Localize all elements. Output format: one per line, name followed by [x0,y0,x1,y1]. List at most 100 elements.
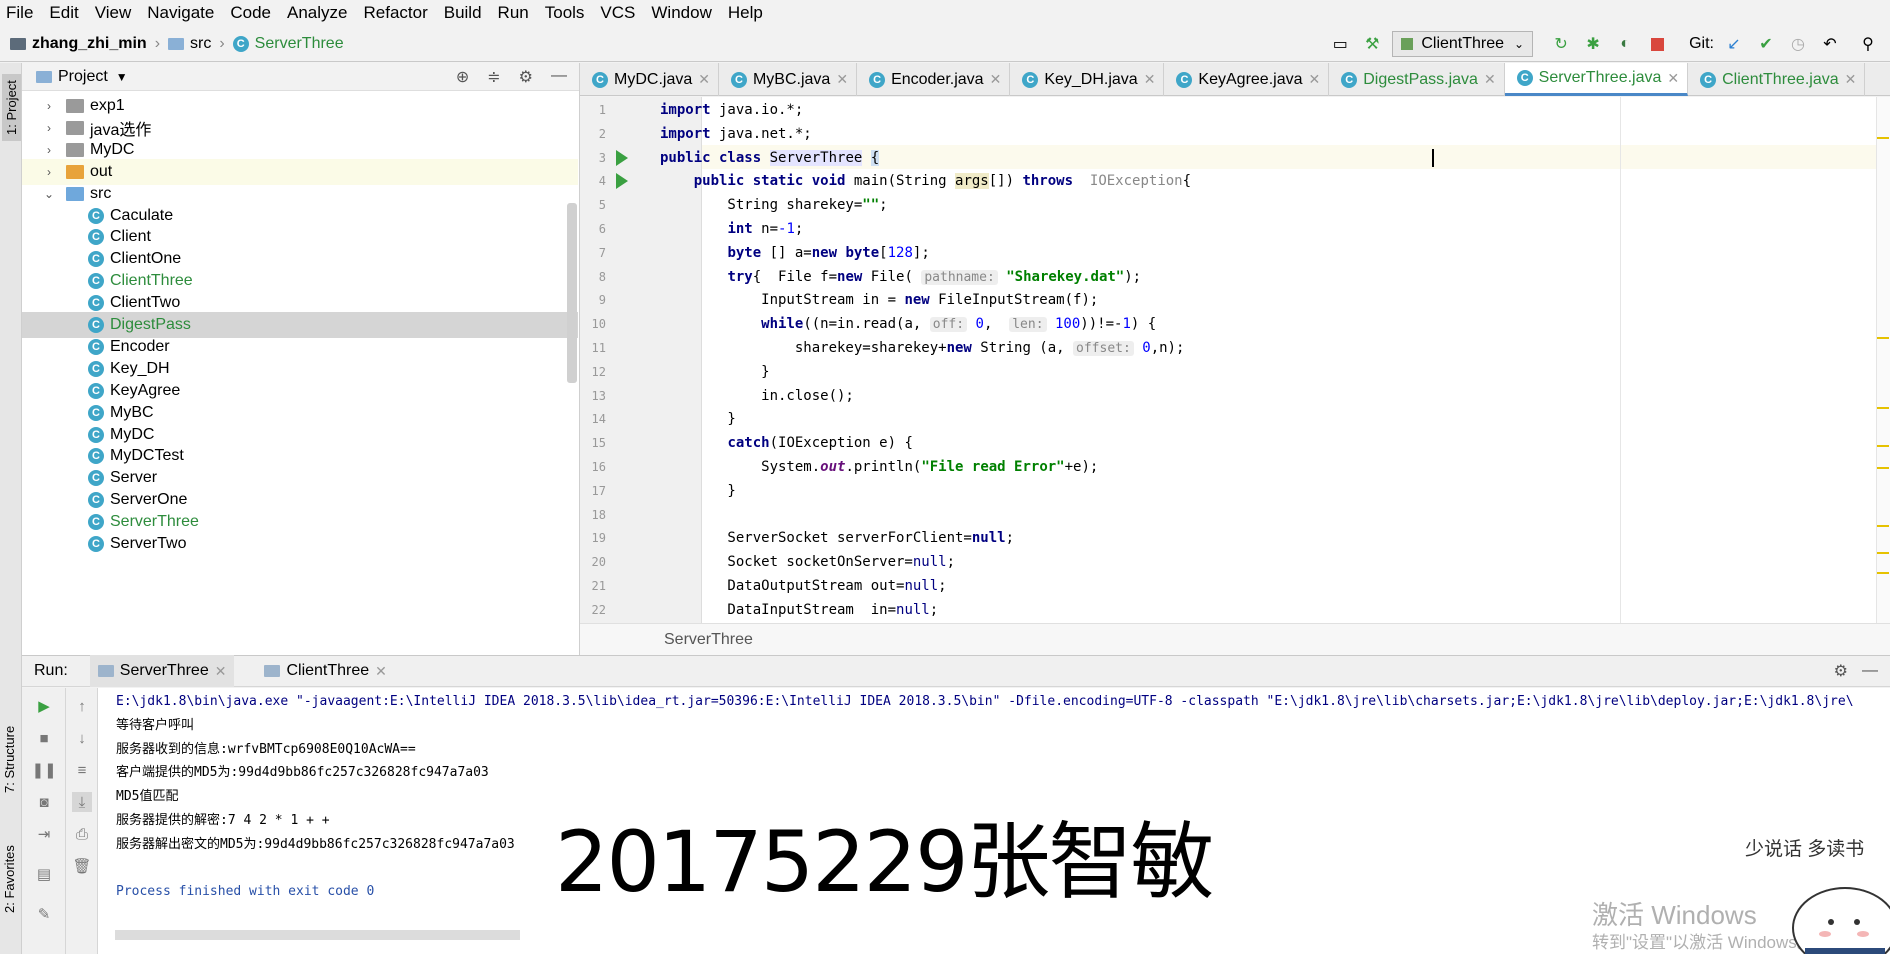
warning-stripe-mark[interactable] [1877,445,1889,447]
class-icon: C [1176,71,1193,88]
close-icon[interactable]: ✕ [1667,70,1679,87]
camera-icon[interactable]: ◙ [34,792,54,812]
breadcrumb-file[interactable]: C ServerThree [232,35,344,53]
close-icon[interactable]: ✕ [1144,71,1156,88]
menu-refactor[interactable]: Refactor [363,3,427,23]
warning-stripe-mark[interactable] [1877,572,1889,574]
layout-icon[interactable]: ▤ [34,864,54,884]
close-icon[interactable]: ✕ [215,663,227,680]
run-gutter-icon[interactable] [616,173,628,190]
menu-navigate[interactable]: Navigate [147,3,214,23]
close-icon[interactable]: ✕ [1484,71,1496,88]
stop-icon[interactable]: ■ [34,728,54,748]
run-gutter-icon[interactable] [616,149,628,166]
tab-clientthree-java[interactable]: C ClientThree.java ✕ [1688,63,1866,96]
trash-icon[interactable]: 🗑 [72,856,92,876]
menu-vcs[interactable]: VCS [600,3,635,23]
login-icon[interactable]: ⇥ [34,824,54,844]
activate-windows-title: 激活 Windows [1592,900,1757,930]
error-stripe[interactable] [1876,97,1890,623]
git-update-icon[interactable]: ↙ [1722,32,1746,56]
warning-stripe-mark[interactable] [1877,337,1889,339]
menu-analyze[interactable]: Analyze [287,3,347,23]
menu-tools[interactable]: Tools [545,3,585,23]
debug-bug-icon[interactable]: ✱ [1581,32,1605,56]
code-line: try{ File f=new File( pathname: "Shareke… [727,268,1142,285]
menu-view[interactable]: View [95,3,132,23]
menu-help[interactable]: Help [728,3,763,23]
close-icon[interactable]: ✕ [990,71,1002,88]
code-editor[interactable]: 1 2 3 4 5 6 7 8 9 10 11 12 13 14 15 16 17 18 19 20 21 22 impo… [580,97,1890,623]
arrow-down-icon[interactable]: ↓ [72,728,92,748]
tab-keyagree-java[interactable]: C KeyAgree.java ✕ [1164,63,1330,96]
rerun-icon[interactable]: ↻ [1549,32,1573,56]
line-number: 9 [598,293,606,308]
search-icon[interactable]: ⚲ [1856,32,1880,56]
warning-stripe-mark[interactable] [1877,407,1889,409]
locate-icon[interactable]: ⊕ [456,67,469,87]
tree-item[interactable]: C ServerTwo [22,531,578,557]
close-icon[interactable]: ✕ [836,71,848,88]
run-tab-clientthree[interactable]: ClientThree ✕ [256,655,394,687]
menu-code[interactable]: Code [230,3,271,23]
gear-icon[interactable]: ⚙ [1834,661,1848,681]
arrow-up-icon[interactable]: ↑ [72,696,92,716]
pin-icon[interactable]: ✎ [34,904,54,924]
breadcrumb-project[interactable]: zhang_zhi_min › [10,35,160,53]
run-config-icon [264,665,281,677]
close-icon[interactable]: ✕ [375,663,387,680]
side-tab-structure[interactable]: 7: Structure [2,726,17,793]
warning-stripe-mark[interactable] [1877,525,1889,527]
warning-stripe-mark[interactable] [1877,467,1889,469]
side-tab-favorites[interactable]: 2: Favorites [2,845,17,913]
collapse-all-icon[interactable]: ≑ [487,67,500,87]
project-scrollbar[interactable] [567,203,577,383]
stop-icon[interactable] [1645,32,1669,56]
editor-breadcrumb[interactable]: ServerThree [580,623,1890,655]
project-structure-icon[interactable]: ▭ [1328,32,1352,56]
chevron-down-icon[interactable]: ▼ [116,70,128,84]
tab-key-dh-java[interactable]: C Key_DH.java ✕ [1010,63,1165,96]
build-hammer-icon[interactable]: ⚒ [1360,32,1384,56]
breadcrumb-src[interactable]: src › [168,35,225,53]
close-icon[interactable]: ✕ [1845,71,1857,88]
menu-window[interactable]: Window [651,3,711,23]
chevron-right-icon[interactable]: › [42,143,56,157]
menu-file[interactable]: File [6,3,33,23]
warning-stripe-mark[interactable] [1877,552,1889,554]
console-horizontal-scrollbar[interactable] [115,930,520,940]
class-icon: C [592,71,608,88]
side-tab-project[interactable]: 1: Project [2,74,21,141]
git-history-icon[interactable]: ◷ [1786,32,1810,56]
menu-run[interactable]: Run [498,3,529,23]
coverage-icon[interactable]: ◐ [1613,32,1637,56]
rerun-icon[interactable]: ▶ [34,696,54,716]
soft-wrap-icon[interactable]: ≡ [72,760,92,780]
tab-serverthree-java[interactable]: C ServerThree.java ✕ [1504,63,1689,96]
run-tab-serverthree[interactable]: ServerThree ✕ [89,655,235,687]
close-icon[interactable]: ✕ [1308,71,1320,88]
pause-icon[interactable]: ❚❚ [31,760,56,780]
chevron-right-icon[interactable]: › [42,99,56,113]
tab-mydc-java[interactable]: C MyDC.java ✕ [580,63,719,96]
menu-edit[interactable]: Edit [49,3,78,23]
scroll-to-end-icon[interactable]: ⤓ [72,792,92,812]
tab-mybc-java[interactable]: C MyBC.java ✕ [719,63,858,96]
minimize-icon[interactable]: — [551,67,567,87]
warning-stripe-mark[interactable] [1877,137,1889,139]
close-icon[interactable]: ✕ [698,71,710,88]
chevron-down-icon[interactable]: ⌄ [42,187,56,201]
chevron-right-icon[interactable]: › [42,121,56,135]
tab-digestpass-java[interactable]: C DigestPass.java ✕ [1329,63,1505,96]
class-icon: C [88,448,104,465]
chevron-right-icon[interactable]: › [42,165,56,179]
project-panel-title[interactable]: Project [58,68,108,86]
tab-encoder-java[interactable]: C Encoder.java ✕ [857,63,1011,96]
git-commit-icon[interactable]: ✔ [1754,32,1778,56]
run-config-select[interactable]: ClientThree ⌄ [1392,31,1534,57]
print-icon[interactable]: ⎙ [72,824,92,844]
rollback-icon[interactable]: ↶ [1818,32,1842,56]
menu-build[interactable]: Build [444,3,482,23]
gear-icon[interactable]: ⚙ [519,67,533,87]
minimize-icon[interactable]: — [1862,662,1878,680]
